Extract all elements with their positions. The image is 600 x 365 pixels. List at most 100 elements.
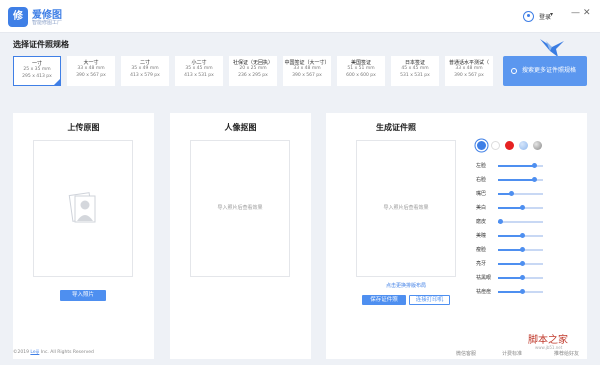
recommend-link[interactable]: 推荐给好友 xyxy=(554,350,579,357)
size-name: 大一寸 xyxy=(83,60,99,66)
size-card[interactable]: 一寸 25 x 35 mm 295 x 413 px xyxy=(13,56,61,86)
size-name: 二寸 xyxy=(139,60,150,66)
result-preview-area: 导入照片后查看效果 xyxy=(356,140,456,277)
watermark-text: 脚本之家 xyxy=(528,335,568,346)
adjust-slider-handle[interactable] xyxy=(497,219,503,224)
adjust-label: 美瞳 xyxy=(476,233,487,239)
adjust-slider[interactable] xyxy=(498,247,543,252)
adjust-label: 瘦脸 xyxy=(476,247,487,253)
adjust-label: 嘴巴 xyxy=(476,191,487,197)
adjust-slider-fill xyxy=(498,263,523,265)
size-name: 小二寸 xyxy=(191,60,207,66)
size-card[interactable]: 日本签证 45 x 45 mm 531 x 531 px xyxy=(391,56,439,86)
adjust-slider[interactable] xyxy=(498,191,543,196)
size-card[interactable]: 社保证（无回执） 20 x 25 mm 236 x 295 px xyxy=(229,56,277,86)
chevron-down-icon[interactable]: ▾ xyxy=(550,11,553,18)
size-card[interactable]: 美国签证 51 x 51 mm 600 x 600 px xyxy=(337,56,385,86)
adjust-slider-handle[interactable] xyxy=(531,177,537,182)
size-name: 美国签证 xyxy=(350,60,371,66)
size-name: 普通话水平测试（ xyxy=(448,60,489,66)
adjust-slider[interactable] xyxy=(498,205,543,210)
result-panel: 生成证件照 导入照片后查看效果 点击更换排版布局 保存证件照 连接打印机 xyxy=(326,113,587,359)
bg-color-gradient-gray[interactable] xyxy=(533,141,542,150)
size-card[interactable]: 二寸 35 x 49 mm 413 x 579 px xyxy=(121,56,169,86)
search-icon xyxy=(511,68,517,74)
size-card[interactable]: 大一寸 33 x 48 mm 390 x 567 px xyxy=(67,56,115,86)
size-name: 一寸 xyxy=(31,61,42,67)
adjust-slider-fill xyxy=(498,235,523,237)
adjust-slider-handle[interactable] xyxy=(531,163,537,168)
brand-link[interactable]: Leiji xyxy=(30,350,39,355)
cutout-panel: 人像抠图 导入照片后查看效果 xyxy=(170,113,311,359)
size-px: 295 x 413 px xyxy=(22,73,52,79)
close-button[interactable]: ✕ xyxy=(583,8,591,18)
size-name: 中国签证（大一寸） xyxy=(284,60,330,66)
size-px: 236 x 295 px xyxy=(238,72,268,78)
adjust-slider[interactable] xyxy=(498,261,543,266)
adjust-slider[interactable] xyxy=(498,289,543,294)
size-section-title: 选择证件照规格 xyxy=(13,40,69,49)
result-panel-title: 生成证件照 xyxy=(376,123,416,132)
adjust-slider[interactable] xyxy=(498,275,543,280)
adjust-label: 右脸 xyxy=(476,177,487,183)
copyright: ©2019 Leiji Inc. All Rights Reserved xyxy=(13,350,94,355)
result-placeholder-text: 导入照片后查看效果 xyxy=(383,205,429,211)
size-px: 600 x 600 px xyxy=(346,72,376,78)
upload-panel-title: 上传原图 xyxy=(67,123,100,132)
size-card[interactable]: 小二寸 35 x 45 mm 413 x 531 px xyxy=(175,56,223,86)
cutout-panel-title: 人像抠图 xyxy=(224,123,257,132)
adjust-label: 左脸 xyxy=(476,163,487,169)
adjust-slider-fill xyxy=(498,179,534,181)
adjust-label: 祛黑眼 xyxy=(476,275,492,281)
adjust-slider-fill xyxy=(498,249,523,251)
pricing-link[interactable]: 计费标准 xyxy=(502,350,522,357)
app-tagline: 智能修图工厂 xyxy=(32,20,63,26)
top-bar: 修 爱修图 智能修图工厂 登录 ▾ — ✕ xyxy=(0,0,600,33)
adjust-slider-fill xyxy=(498,277,523,279)
bg-color-red[interactable] xyxy=(505,141,514,150)
adjust-slider[interactable] xyxy=(498,233,543,238)
size-px: 413 x 579 px xyxy=(130,72,160,78)
minimize-button[interactable]: — xyxy=(571,8,580,18)
user-icon[interactable] xyxy=(523,11,534,22)
bg-color-blue[interactable] xyxy=(477,141,486,150)
adjust-slider[interactable] xyxy=(497,219,543,224)
size-name: 社保证（无回执） xyxy=(232,60,273,66)
bg-color-white[interactable] xyxy=(491,141,500,150)
upload-panel: 上传原图 导入照片 xyxy=(13,113,154,359)
copyright-text: Inc. All Rights Reserved xyxy=(40,350,94,355)
adjust-slider[interactable] xyxy=(498,163,543,168)
adjust-label: 美白 xyxy=(476,205,487,211)
size-card[interactable]: 普通话水平测试（ 33 x 48 mm 390 x 567 px xyxy=(445,56,493,86)
cutout-preview-area: 导入照片后查看效果 xyxy=(190,140,290,277)
connect-printer-button[interactable]: 连接打印机 xyxy=(409,295,450,305)
watermark-url: www.jb51.net xyxy=(535,345,563,350)
size-px: 531 x 531 px xyxy=(400,72,430,78)
adjust-slider-handle[interactable] xyxy=(509,191,514,196)
size-px: 390 x 567 px xyxy=(454,72,484,78)
size-px: 390 x 567 px xyxy=(292,72,322,78)
size-px: 413 x 531 px xyxy=(184,72,214,78)
bg-color-gradient-blue[interactable] xyxy=(519,141,528,150)
adjust-slider-fill xyxy=(498,165,534,167)
adjust-slider-fill xyxy=(498,291,523,293)
portrait-placeholder-icon xyxy=(68,192,96,223)
save-photo-button[interactable]: 保存证件照 xyxy=(362,295,406,305)
adjust-label: 亮牙 xyxy=(476,261,487,267)
copyright-year: ©2019 xyxy=(13,350,29,355)
adjust-label: 祛痘痘 xyxy=(476,289,492,295)
wechat-service-link[interactable]: 微信客服 xyxy=(456,350,476,357)
size-name: 日本签证 xyxy=(404,60,425,66)
adjust-slider[interactable] xyxy=(498,177,543,182)
adjust-label: 磨皮 xyxy=(476,219,487,225)
cutout-placeholder-text: 导入照片后查看效果 xyxy=(217,205,263,211)
search-sizes-label: 搜索更多证件照规格 xyxy=(521,67,576,74)
import-photo-button[interactable]: 导入照片 xyxy=(60,290,106,301)
size-px: 390 x 567 px xyxy=(76,72,106,78)
app-logo-icon: 修 xyxy=(8,7,28,27)
adjust-slider-fill xyxy=(498,207,523,209)
size-card[interactable]: 中国签证（大一寸） 33 x 48 mm 390 x 567 px xyxy=(283,56,331,86)
change-layout-link[interactable]: 点击更换排版布局 xyxy=(326,282,486,289)
size-list: 一寸 25 x 35 mm 295 x 413 px 大一寸 33 x 48 m… xyxy=(13,56,500,87)
search-sizes-button[interactable]: 搜索更多证件照规格 xyxy=(503,56,587,86)
